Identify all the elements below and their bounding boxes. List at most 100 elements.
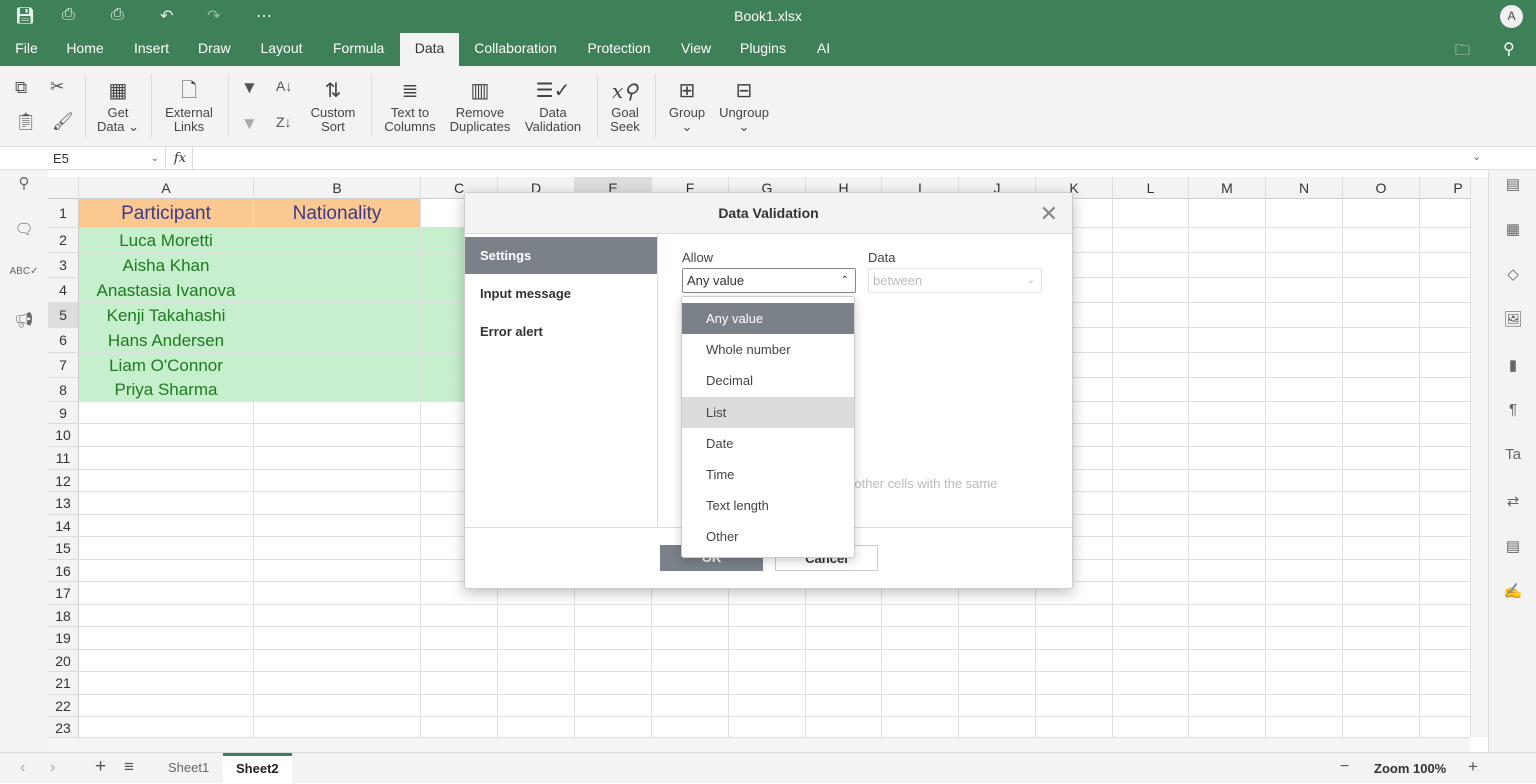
- cell[interactable]: [1420, 447, 1470, 470]
- select-all-corner[interactable]: [48, 177, 79, 199]
- group-button[interactable]: ⊞Group⌄: [664, 76, 710, 134]
- cell[interactable]: [1266, 537, 1343, 560]
- prev-sheet-icon[interactable]: ‹: [20, 759, 25, 777]
- column-header-M[interactable]: M: [1189, 177, 1266, 199]
- cell[interactable]: [79, 492, 254, 515]
- cell[interactable]: [254, 492, 421, 515]
- cell[interactable]: [254, 695, 421, 717]
- sheet-tab-sheet2[interactable]: Sheet2: [223, 753, 292, 784]
- cell[interactable]: [1036, 695, 1113, 717]
- row-header-16[interactable]: 16: [48, 560, 79, 582]
- participant-cell[interactable]: Priya Sharma: [79, 378, 254, 402]
- cell[interactable]: [729, 717, 806, 737]
- cell[interactable]: [1189, 560, 1266, 582]
- sort-ascending-icon[interactable]: A↓: [276, 78, 292, 94]
- cell[interactable]: [79, 447, 254, 470]
- cell[interactable]: [1420, 470, 1470, 492]
- cell[interactable]: [729, 627, 806, 650]
- cell[interactable]: [1113, 447, 1189, 470]
- cell-settings-icon[interactable]: ▤: [1489, 175, 1536, 193]
- cell[interactable]: [79, 672, 254, 695]
- cell[interactable]: [806, 605, 882, 627]
- cell[interactable]: [1420, 695, 1470, 717]
- cell[interactable]: [254, 378, 421, 402]
- row-header-20[interactable]: 20: [48, 650, 79, 672]
- cell[interactable]: [1343, 537, 1420, 560]
- cell[interactable]: [1266, 303, 1343, 328]
- row-header-17[interactable]: 17: [48, 582, 79, 605]
- slicer-icon[interactable]: ▤: [1489, 537, 1536, 555]
- cell[interactable]: [1113, 537, 1189, 560]
- cell[interactable]: [79, 717, 254, 737]
- cell[interactable]: [79, 627, 254, 650]
- cell[interactable]: [652, 605, 729, 627]
- paste-icon[interactable]: 📋︎: [15, 112, 37, 132]
- tab-input-message[interactable]: Input message: [465, 275, 657, 312]
- cell[interactable]: [498, 605, 575, 627]
- cell[interactable]: [1113, 515, 1189, 537]
- cell[interactable]: [1189, 582, 1266, 605]
- cell[interactable]: [254, 402, 421, 424]
- cell[interactable]: [498, 717, 575, 737]
- cut-icon[interactable]: ✂: [50, 77, 64, 97]
- cell[interactable]: [1189, 199, 1266, 228]
- menu-tab-protection[interactable]: Protection: [577, 33, 661, 66]
- data-validation-button[interactable]: ☰✓DataValidation: [520, 76, 586, 134]
- cell[interactable]: [652, 650, 729, 672]
- row-header-1[interactable]: 1: [48, 199, 79, 228]
- tab-error-alert[interactable]: Error alert: [465, 313, 657, 350]
- cell[interactable]: [1420, 228, 1470, 253]
- cell[interactable]: [1343, 470, 1420, 492]
- expand-formula-icon[interactable]: ⌄: [1472, 150, 1481, 163]
- cell[interactable]: [882, 627, 959, 650]
- cell[interactable]: [421, 650, 498, 672]
- cell[interactable]: [806, 672, 882, 695]
- remove-duplicates-button[interactable]: ▥RemoveDuplicates: [446, 76, 514, 134]
- cell[interactable]: [498, 672, 575, 695]
- cell[interactable]: [1113, 228, 1189, 253]
- get-data-button[interactable]: ▦GetData ⌄: [92, 76, 144, 134]
- goal-seek-button[interactable]: x⚲GoalSeek: [604, 76, 646, 134]
- cell[interactable]: [575, 672, 652, 695]
- cell[interactable]: [729, 650, 806, 672]
- signature-icon[interactable]: ✍: [1489, 582, 1536, 600]
- row-header-2[interactable]: 2: [48, 228, 79, 253]
- cell[interactable]: [1266, 353, 1343, 378]
- participant-cell[interactable]: Aisha Khan: [79, 253, 254, 278]
- cell[interactable]: [652, 627, 729, 650]
- cell[interactable]: [1266, 402, 1343, 424]
- cell[interactable]: [1113, 402, 1189, 424]
- cell[interactable]: [498, 695, 575, 717]
- cell[interactable]: [254, 717, 421, 737]
- cell[interactable]: [1266, 650, 1343, 672]
- spellcheck-icon[interactable]: ABC✓: [0, 266, 48, 277]
- cell[interactable]: [1266, 199, 1343, 228]
- sheet-list-icon[interactable]: ≡: [124, 757, 134, 777]
- menu-tab-insert[interactable]: Insert: [124, 33, 178, 66]
- external-links-button[interactable]: 🗋︎ExternalLinks: [158, 76, 220, 134]
- cell[interactable]: [1420, 537, 1470, 560]
- function-icon[interactable]: fx: [168, 147, 193, 170]
- cell[interactable]: [806, 650, 882, 672]
- cell[interactable]: [575, 695, 652, 717]
- cell[interactable]: [79, 695, 254, 717]
- cell[interactable]: [1113, 560, 1189, 582]
- cell[interactable]: [806, 627, 882, 650]
- cell[interactable]: [575, 650, 652, 672]
- cell[interactable]: [1113, 353, 1189, 378]
- cell[interactable]: [1420, 303, 1470, 328]
- cell[interactable]: [1189, 717, 1266, 737]
- cell[interactable]: [1420, 492, 1470, 515]
- cell[interactable]: [254, 278, 421, 303]
- cell[interactable]: [254, 537, 421, 560]
- cell[interactable]: [1113, 717, 1189, 737]
- row-header-5[interactable]: 5: [48, 303, 79, 328]
- cell[interactable]: [1113, 470, 1189, 492]
- cell[interactable]: [1420, 328, 1470, 353]
- cell[interactable]: [1113, 199, 1189, 228]
- cell[interactable]: [1343, 328, 1420, 353]
- cell[interactable]: [79, 424, 254, 447]
- cell[interactable]: [1189, 253, 1266, 278]
- zoom-out-icon[interactable]: −: [1340, 758, 1349, 776]
- cell[interactable]: [1266, 695, 1343, 717]
